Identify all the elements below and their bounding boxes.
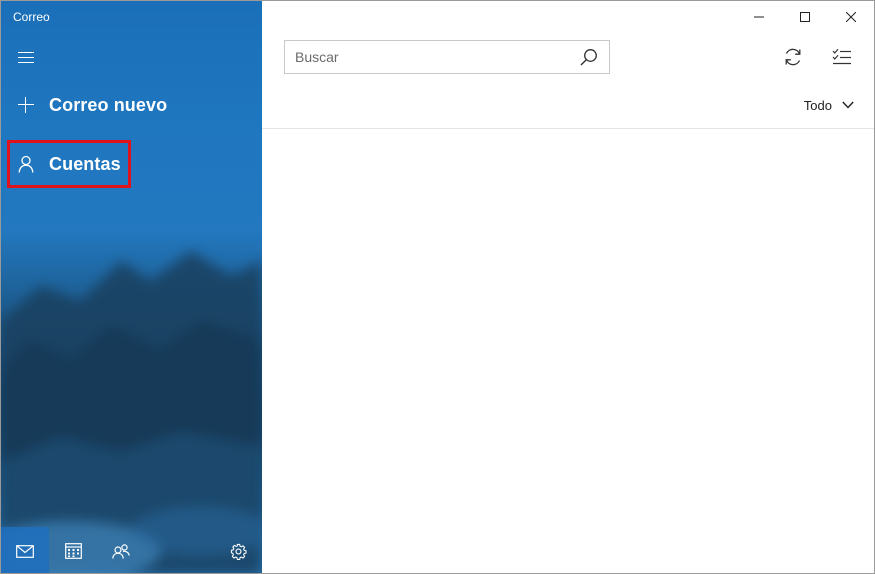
mail-window: Correo Correo nuevo Cuentas Buscar Todo xyxy=(0,0,875,574)
search-icon xyxy=(580,49,597,66)
gear-icon xyxy=(230,543,247,560)
minimize-button[interactable] xyxy=(736,1,782,33)
settings-button[interactable] xyxy=(214,527,262,573)
main-pane: Todo xyxy=(262,1,874,573)
selection-mode-button[interactable] xyxy=(822,41,862,73)
bottom-nav xyxy=(1,527,262,573)
minimize-icon xyxy=(754,16,764,18)
window-controls xyxy=(736,1,874,33)
filter-dropdown[interactable]: Todo xyxy=(804,94,854,116)
app-title: Correo xyxy=(13,10,50,24)
background-mountains xyxy=(1,251,262,573)
chevron-down-icon xyxy=(842,101,854,109)
new-mail-button[interactable]: Correo nuevo xyxy=(9,83,167,127)
filter-label: Todo xyxy=(803,97,832,113)
mail-nav-button[interactable] xyxy=(1,527,49,573)
new-mail-label: Correo nuevo xyxy=(49,94,168,115)
header-divider xyxy=(262,128,874,129)
accounts-button[interactable]: Cuentas xyxy=(7,140,131,188)
sync-icon xyxy=(785,48,801,66)
close-button[interactable] xyxy=(828,1,874,33)
hamburger-icon xyxy=(18,51,34,63)
close-icon xyxy=(846,12,856,22)
person-icon xyxy=(9,155,43,173)
accounts-label: Cuentas xyxy=(49,153,121,174)
sync-button[interactable] xyxy=(773,41,813,73)
sidebar: Correo Correo nuevo Cuentas xyxy=(1,1,262,573)
hamburger-menu-button[interactable] xyxy=(7,41,45,73)
maximize-icon xyxy=(800,12,810,22)
plus-icon xyxy=(9,97,43,113)
select-mode-icon xyxy=(832,48,851,65)
calendar-nav-button[interactable] xyxy=(49,527,97,573)
search-box xyxy=(284,40,610,74)
people-icon xyxy=(112,543,130,559)
people-nav-button[interactable] xyxy=(97,527,145,573)
maximize-button[interactable] xyxy=(782,1,828,33)
search-button[interactable] xyxy=(569,41,609,73)
calendar-icon xyxy=(64,543,82,559)
mail-icon xyxy=(16,544,34,558)
search-input[interactable] xyxy=(285,49,569,65)
